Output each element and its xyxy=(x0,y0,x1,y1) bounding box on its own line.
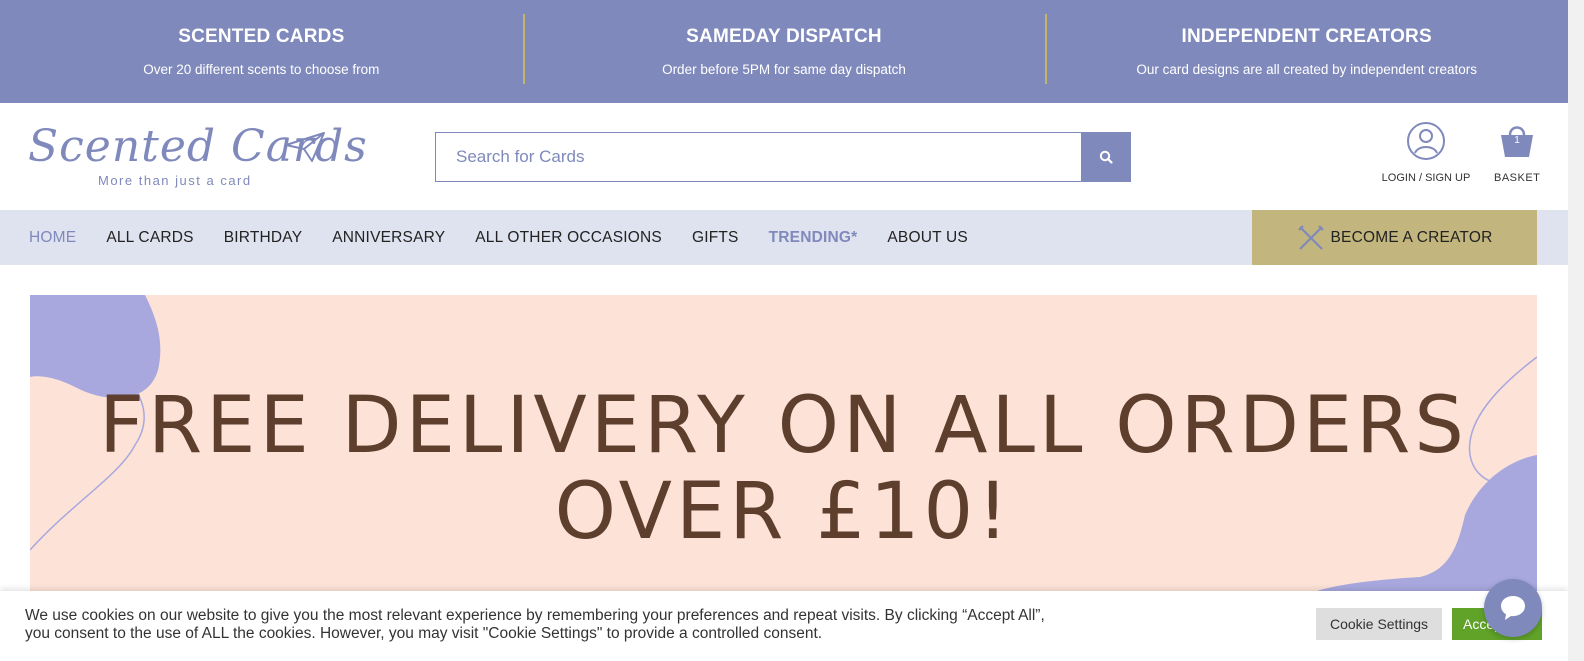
usp-independent-creators: INDEPENDENT CREATORS Our card designs ar… xyxy=(1045,0,1568,103)
promo-banner[interactable]: FREE DELIVERY ON ALL ORDERS OVER £10! xyxy=(30,295,1537,595)
chat-icon xyxy=(1501,596,1525,620)
banner-line-1: FREE DELIVERY ON ALL ORDERS xyxy=(99,381,1468,471)
nav-item-home[interactable]: HOME xyxy=(29,229,76,247)
search-bar xyxy=(435,132,1131,182)
nav-item-about-us[interactable]: ABOUT US xyxy=(887,229,968,247)
search-button[interactable] xyxy=(1081,132,1131,182)
usp-scented-cards: SCENTED CARDS Over 20 different scents t… xyxy=(0,0,523,103)
paper-plane-icon xyxy=(285,132,325,162)
usp-sameday-dispatch: SAMEDAY DISPATCH Order before 5PM for sa… xyxy=(522,0,1046,103)
cookie-consent-text: We use cookies on our website to give yo… xyxy=(25,607,1045,642)
chat-button[interactable] xyxy=(1484,579,1542,637)
nav-item-all-cards[interactable]: ALL CARDS xyxy=(106,229,193,247)
usp-text: Over 20 different scents to choose from xyxy=(143,62,380,77)
page-scrollbar[interactable] xyxy=(1568,0,1584,661)
usp-title: INDEPENDENT CREATORS xyxy=(1181,26,1432,47)
banner-line-2: OVER £10! xyxy=(554,467,1013,557)
usp-bar: SCENTED CARDS Over 20 different scents t… xyxy=(0,0,1568,103)
basket-label: BASKET xyxy=(1494,172,1541,184)
basket-link[interactable]: 1 BASKET xyxy=(1494,121,1540,184)
become-creator-button[interactable]: BECOME A CREATOR xyxy=(1252,210,1537,265)
usp-title: SCENTED CARDS xyxy=(178,26,345,47)
become-creator-label: BECOME A CREATOR xyxy=(1330,228,1493,246)
pencil-cross-icon xyxy=(1297,224,1324,250)
nav-item-birthday[interactable]: BIRTHDAY xyxy=(224,229,303,247)
cookie-consent-bar: We use cookies on our website to give yo… xyxy=(0,591,1568,661)
banner-headline: FREE DELIVERY ON ALL ORDERS OVER £10! xyxy=(30,383,1537,555)
cookie-settings-button[interactable]: Cookie Settings xyxy=(1316,608,1442,640)
site-logo[interactable]: Scented Cards More than just a card xyxy=(28,121,367,191)
logo-tagline: More than just a card xyxy=(98,173,252,188)
nav-item-trending[interactable]: TRENDING* xyxy=(769,229,858,247)
nav-item-all-other-occasions[interactable]: ALL OTHER OCCASIONS xyxy=(475,229,662,247)
basket-count: 1 xyxy=(1514,135,1520,146)
search-icon xyxy=(1099,150,1113,164)
usp-text: Our card designs are all created by inde… xyxy=(1136,62,1478,77)
account-label: LOGIN / SIGN UP xyxy=(1381,172,1471,184)
nav-item-anniversary[interactable]: ANNIVERSARY xyxy=(332,229,445,247)
main-nav: HOME ALL CARDS BIRTHDAY ANNIVERSARY ALL … xyxy=(0,210,1568,265)
user-icon xyxy=(1407,122,1445,160)
nav-item-gifts[interactable]: GIFTS xyxy=(692,229,739,247)
search-input[interactable] xyxy=(435,132,1081,182)
usp-text: Order before 5PM for same day dispatch xyxy=(662,62,906,77)
site-header: Scented Cards More than just a card LOGI… xyxy=(0,103,1568,210)
usp-title: SAMEDAY DISPATCH xyxy=(686,26,882,47)
account-link[interactable]: LOGIN / SIGN UP xyxy=(1380,121,1472,184)
